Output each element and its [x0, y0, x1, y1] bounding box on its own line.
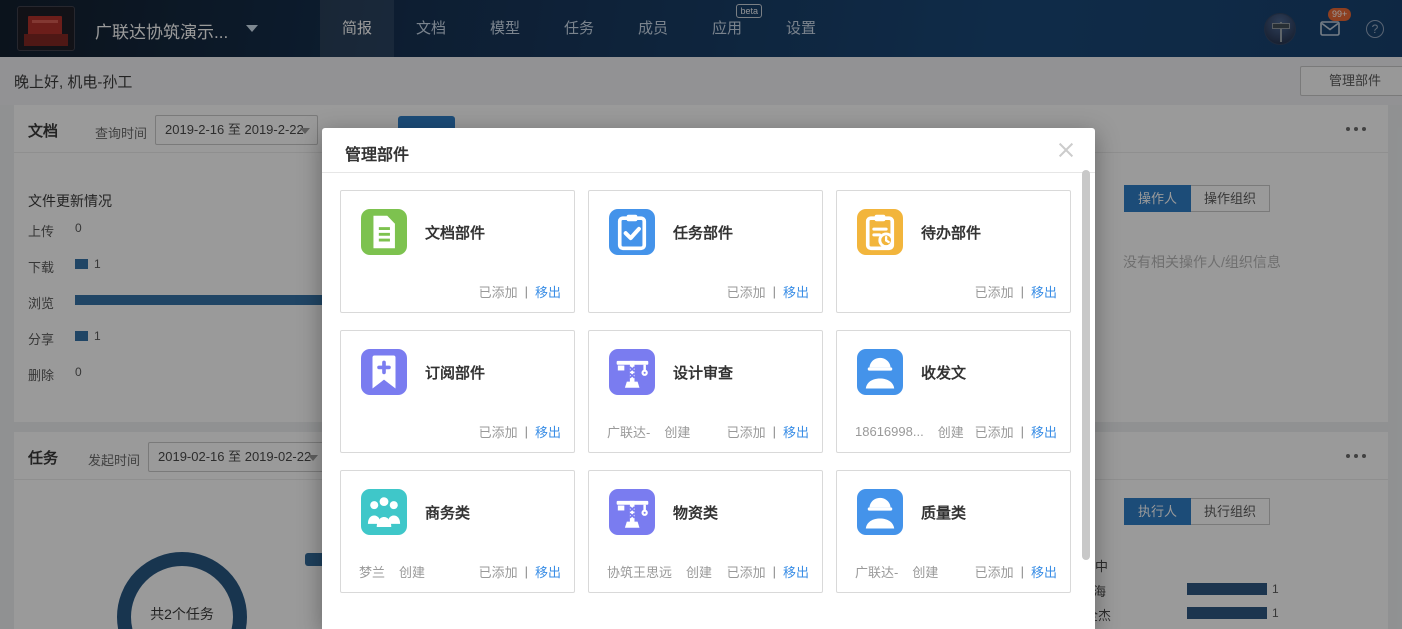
- card-title: 文档部件: [425, 222, 485, 243]
- card-created-label: 创建: [912, 562, 938, 581]
- added-label: 已添加: [727, 422, 766, 441]
- meeting-icon: [361, 489, 407, 535]
- card-footer: 协筑王思远 创建 已添加 | 移出: [607, 562, 809, 580]
- part-card-1: 任务部件 已添加 | 移出: [588, 190, 823, 313]
- added-label: 已添加: [479, 422, 518, 441]
- card-footer: 广联达- 创建 已添加 | 移出: [855, 562, 1057, 580]
- card-footer: 已添加 | 移出: [607, 282, 809, 300]
- footer-divider: |: [518, 564, 535, 579]
- card-footer: 已添加 | 移出: [359, 282, 561, 300]
- added-label: 已添加: [975, 422, 1014, 441]
- card-title: 商务类: [425, 502, 470, 523]
- card-footer: 18616998... 创建 已添加 | 移出: [855, 422, 1057, 440]
- footer-divider: |: [1014, 564, 1031, 579]
- bookmark-plus-icon: [361, 349, 407, 395]
- remove-link[interactable]: 移出: [783, 422, 809, 441]
- footer-divider: |: [1014, 284, 1031, 299]
- added-label: 已添加: [479, 282, 518, 301]
- modal-scrollbar[interactable]: [1082, 170, 1090, 560]
- card-creator: 梦兰: [359, 562, 385, 581]
- part-card-4: 设计审查 广联达- 创建 已添加 | 移出: [588, 330, 823, 453]
- footer-divider: |: [518, 284, 535, 299]
- remove-link[interactable]: 移出: [535, 282, 561, 301]
- worker-icon: [857, 489, 903, 535]
- remove-link[interactable]: 移出: [783, 562, 809, 581]
- card-title: 订阅部件: [425, 362, 485, 383]
- clipboard-check-icon: [609, 209, 655, 255]
- card-footer: 已添加 | 移出: [855, 282, 1057, 300]
- page: 广联达协筑演示... 简报文档模型任务成员应用beta设置 99+ ? 晚上好,…: [0, 0, 1402, 629]
- part-card-2: 待办部件 已添加 | 移出: [836, 190, 1071, 313]
- footer-divider: |: [1014, 424, 1031, 439]
- card-title: 物资类: [673, 502, 718, 523]
- parts-card-grid: 文档部件 已添加 | 移出 任务部件 已添加 | 移出 待办部件: [340, 190, 1095, 593]
- card-title: 设计审查: [673, 362, 733, 383]
- card-created-label: 创建: [686, 562, 712, 581]
- added-label: 已添加: [727, 282, 766, 301]
- crane-icon: [609, 349, 655, 395]
- card-creator: 协筑王思远: [607, 562, 672, 581]
- manage-parts-modal: 管理部件 文档部件 已添加 | 移出 任务部件 已添加 | 移出: [322, 128, 1095, 629]
- part-card-5: 收发文 18616998... 创建 已添加 | 移出: [836, 330, 1071, 453]
- clipboard-clock-icon: [857, 209, 903, 255]
- card-footer: 已添加 | 移出: [359, 422, 561, 440]
- card-title: 待办部件: [921, 222, 981, 243]
- footer-divider: |: [766, 424, 783, 439]
- footer-divider: |: [518, 424, 535, 439]
- footer-divider: |: [766, 564, 783, 579]
- part-card-0: 文档部件 已添加 | 移出: [340, 190, 575, 313]
- footer-divider: |: [766, 284, 783, 299]
- card-title: 质量类: [921, 502, 966, 523]
- card-title: 收发文: [921, 362, 966, 383]
- remove-link[interactable]: 移出: [783, 282, 809, 301]
- card-creator: 广联达-: [855, 562, 898, 581]
- modal-header: 管理部件: [322, 128, 1095, 173]
- card-creator: 18616998...: [855, 424, 924, 439]
- close-icon[interactable]: [1057, 141, 1075, 159]
- document-icon: [361, 209, 407, 255]
- card-creator: 广联达-: [607, 422, 650, 441]
- added-label: 已添加: [975, 562, 1014, 581]
- part-card-3: 订阅部件 已添加 | 移出: [340, 330, 575, 453]
- added-label: 已添加: [479, 562, 518, 581]
- added-label: 已添加: [975, 282, 1014, 301]
- remove-link[interactable]: 移出: [1031, 282, 1057, 301]
- worker-icon: [857, 349, 903, 395]
- card-created-label: 创建: [399, 562, 425, 581]
- part-card-8: 质量类 广联达- 创建 已添加 | 移出: [836, 470, 1071, 593]
- added-label: 已添加: [727, 562, 766, 581]
- remove-link[interactable]: 移出: [535, 422, 561, 441]
- remove-link[interactable]: 移出: [1031, 562, 1057, 581]
- modal-title: 管理部件: [345, 141, 409, 165]
- modal-body: 文档部件 已添加 | 移出 任务部件 已添加 | 移出 待办部件: [322, 173, 1095, 593]
- remove-link[interactable]: 移出: [1031, 422, 1057, 441]
- card-created-label: 创建: [664, 422, 690, 441]
- card-created-label: 创建: [938, 422, 964, 441]
- card-footer: 梦兰 创建 已添加 | 移出: [359, 562, 561, 580]
- card-title: 任务部件: [673, 222, 733, 243]
- part-card-6: 商务类 梦兰 创建 已添加 | 移出: [340, 470, 575, 593]
- card-footer: 广联达- 创建 已添加 | 移出: [607, 422, 809, 440]
- crane-icon: [609, 489, 655, 535]
- remove-link[interactable]: 移出: [535, 562, 561, 581]
- part-card-7: 物资类 协筑王思远 创建 已添加 | 移出: [588, 470, 823, 593]
